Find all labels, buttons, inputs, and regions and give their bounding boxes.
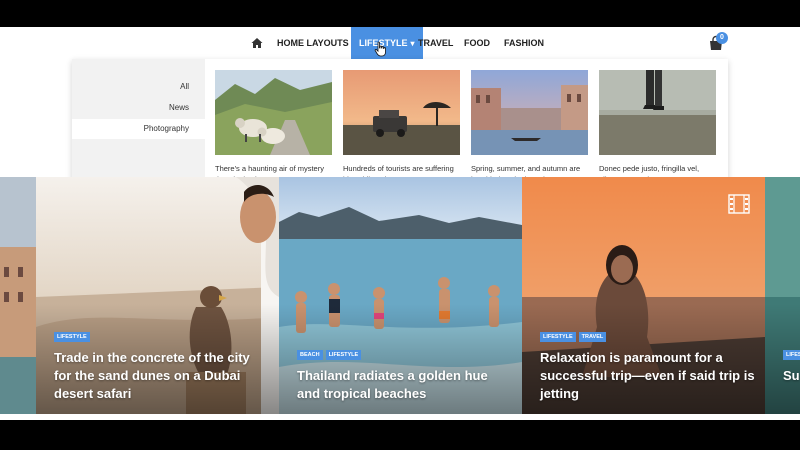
slide-card[interactable] [0,177,36,414]
nav-item-label: FASHION [504,38,545,48]
hand-pointer-icon [374,41,386,57]
nav-item-home-layouts[interactable]: HOME LAYOUTS▾ [277,27,356,59]
category-tag[interactable]: BEACH [297,350,323,360]
nav-item-label: FOOD [464,38,490,48]
post-thumbnail[interactable] [215,70,332,155]
slide-title[interactable]: Thailand radiates a golden hue and tropi… [297,367,512,403]
category-tag[interactable]: LIFESTYLE [325,350,362,360]
home-icon[interactable] [250,36,264,50]
page: HOME LAYOUTS▾ LIFESTYLE ▾ TRAVEL FOOD FAS… [0,27,800,420]
nav-item-food[interactable]: FOOD [464,27,490,59]
slide-title[interactable]: Relaxation is paramount for a successful… [540,349,755,403]
mega-post[interactable]: Hundreds of tourists are suffering bite … [343,70,460,185]
film-icon [728,194,750,214]
category-tag[interactable]: LIFESTYLE [540,332,576,342]
nav-item-label: HOME LAYOUTS [277,38,349,48]
slide-card[interactable]: LIFESTYLE Su Bu [765,177,800,414]
mega-category-photography[interactable]: Photography [72,119,205,139]
lifestyle-mega-menu: All News Photography There's a haunting … [72,59,728,193]
slide-tags: LIFESTYLE TRAVEL [540,332,607,342]
category-tag[interactable]: LIFESTYLE [54,332,90,342]
slide-title[interactable]: Trade in the concrete of the city for th… [54,349,269,403]
mega-post[interactable]: Donec pede justo, fringilla vel, aliquet… [599,70,716,185]
nav-item-label: TRAVEL [418,38,454,48]
slide-card[interactable]: BEACH LIFESTYLE Thailand radiates a gold… [279,177,522,414]
mega-post[interactable]: There's a haunting air of mystery that c… [215,70,332,185]
post-thumbnail[interactable] [343,70,460,155]
post-thumbnail[interactable] [599,70,716,155]
category-tag[interactable]: LIFESTYLE [783,350,800,360]
mega-post[interactable]: Spring, summer, and autumn are heralded … [471,70,588,185]
slide-tags: LIFESTYLE [54,332,90,342]
mega-category-all[interactable]: All [72,77,205,97]
mega-category-news[interactable]: News [72,98,205,118]
cart-count-badge: 0 [716,32,728,44]
post-thumbnail[interactable] [471,70,588,155]
slide-tags: LIFESTYLE [783,350,800,360]
category-tag[interactable]: TRAVEL [578,332,607,342]
nav-item-travel[interactable]: TRAVEL [418,27,453,59]
featured-slider: LIFESTYLE Trade in the concrete of the c… [0,177,800,414]
mega-menu-categories: All News Photography [72,59,205,193]
slide-card[interactable]: LIFESTYLE Trade in the concrete of the c… [36,177,279,414]
main-navigation: HOME LAYOUTS▾ LIFESTYLE▾ TRAVEL FOOD FAS… [0,27,800,59]
chevron-down-icon: ▾ [410,39,415,48]
nav-item-fashion[interactable]: FASHION [504,27,544,59]
slide-tags: BEACH LIFESTYLE [297,350,362,360]
slide-title[interactable]: Su Bu [783,367,800,385]
